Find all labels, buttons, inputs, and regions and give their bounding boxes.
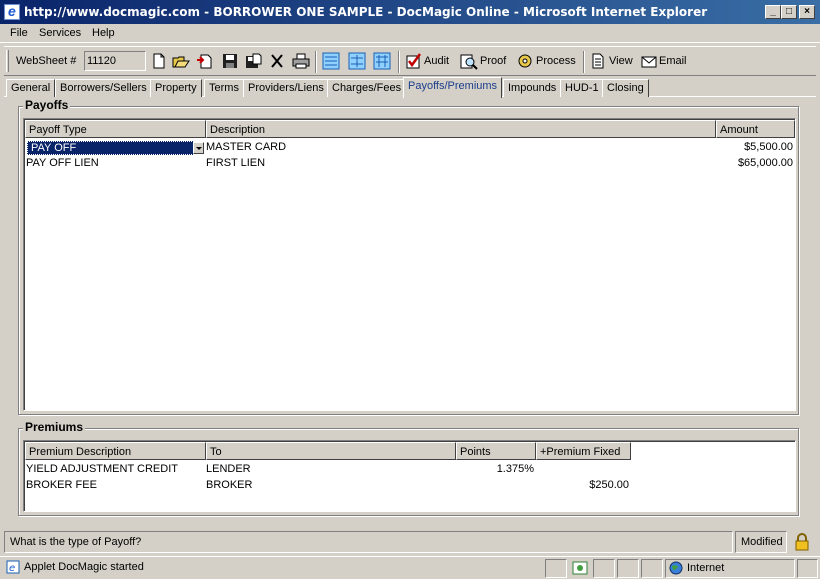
save-as-icon[interactable]: [244, 52, 262, 70]
audit-button[interactable]: Audit: [424, 55, 449, 67]
close-button[interactable]: ×: [799, 5, 815, 19]
process-button[interactable]: Process: [536, 55, 576, 67]
internet-zone-label: Internet: [687, 562, 725, 574]
toolbar-separator: [398, 51, 400, 73]
tab-charges-fees[interactable]: Charges/Fees: [327, 79, 407, 97]
page-status-icon: e: [6, 560, 20, 574]
premium-to-cell[interactable]: BROKER: [206, 478, 252, 493]
tab-property[interactable]: Property: [150, 79, 202, 97]
payoff-amount-cell[interactable]: $65,000.00: [625, 156, 793, 171]
proof-button[interactable]: Proof: [480, 55, 506, 67]
payoff-type-cell[interactable]: PAY OFF LIEN: [26, 156, 99, 171]
svg-text:e: e: [9, 563, 15, 574]
process-gear-icon[interactable]: [516, 52, 534, 70]
delete-icon[interactable]: [268, 52, 286, 70]
premium-fixed-cell[interactable]: $250.00: [536, 478, 629, 493]
payoffs-header-description[interactable]: Description: [206, 120, 716, 138]
modified-indicator: Modified: [735, 531, 787, 553]
maximize-button[interactable]: □: [781, 5, 797, 19]
payoffs-header-type[interactable]: Payoff Type: [25, 120, 206, 138]
premiums-title: Premiums: [23, 420, 86, 434]
premium-points-cell[interactable]: 1.375%: [456, 462, 534, 477]
premiums-header-points[interactable]: Points: [456, 442, 536, 460]
tab-terms[interactable]: Terms: [204, 79, 244, 97]
premiums-header-fixed[interactable]: +Premium Fixed: [536, 442, 631, 460]
browser-status-bar: e Applet DocMagic started Internet: [0, 556, 820, 579]
premium-fixed-cell[interactable]: [536, 462, 629, 477]
websheet-label: WebSheet #: [16, 55, 77, 67]
java-applet-icon: [572, 561, 588, 575]
tab-borrowers-sellers[interactable]: Borrowers/Sellers: [55, 79, 152, 97]
payoff-type-select[interactable]: PAY OFF: [27, 141, 194, 155]
toolbar-separator: [315, 51, 317, 73]
minimize-button[interactable]: _: [765, 5, 781, 19]
tab-general[interactable]: General: [6, 79, 56, 97]
proof-magnifier-icon[interactable]: [460, 52, 478, 70]
lock-icon: [795, 533, 809, 551]
premiums-header-to[interactable]: To: [206, 442, 456, 460]
payoffs-header-amount[interactable]: Amount: [716, 120, 795, 138]
toolbar: WebSheet # Audit P: [4, 46, 816, 76]
menu-bar: File Services Help: [0, 24, 820, 43]
tab-providers-liens[interactable]: Providers/Liens: [243, 79, 329, 97]
status-pane: [617, 559, 639, 578]
zone-pane: Internet: [665, 559, 795, 578]
chevron-down-icon[interactable]: [193, 142, 204, 154]
tab-impounds[interactable]: Impounds: [503, 79, 562, 97]
websheet-number-field[interactable]: [84, 51, 146, 71]
view-document-icon[interactable]: [589, 52, 607, 70]
tab-payoffs-premiums[interactable]: Payoffs/Premiums: [403, 77, 503, 98]
help-status-text: What is the type of Payoff?: [4, 531, 733, 553]
payoff-description-cell[interactable]: MASTER CARD: [206, 140, 286, 155]
payoff-description-cell[interactable]: FIRST LIEN: [206, 156, 265, 171]
window-title: http://www.docmagic.com - BORROWER ONE S…: [24, 5, 708, 19]
email-button[interactable]: Email: [659, 55, 687, 67]
premiums-table: Premium Description To Points +Premium F…: [23, 440, 796, 512]
title-bar: http://www.docmagic.com - BORROWER ONE S…: [0, 0, 820, 24]
ie-icon: [4, 3, 20, 20]
premium-points-cell[interactable]: [456, 478, 534, 493]
premium-to-cell[interactable]: LENDER: [206, 462, 251, 477]
status-pane: [593, 559, 615, 578]
new-icon[interactable]: [150, 52, 168, 70]
menu-file[interactable]: File: [10, 27, 28, 39]
imp-icon[interactable]: [373, 52, 391, 70]
premium-description-cell[interactable]: BROKER FEE: [26, 478, 97, 493]
payoffs-title: Payoffs: [23, 98, 71, 112]
payoffs-table: Payoff Type Description Amount PAY OFF M…: [23, 118, 796, 411]
resize-grip-icon[interactable]: [797, 559, 818, 578]
payoff-amount-cell[interactable]: $5,500.00: [625, 140, 793, 155]
tab-hud-1[interactable]: HUD-1: [560, 79, 604, 97]
calc-icon[interactable]: [348, 52, 366, 70]
import-icon[interactable]: [196, 52, 214, 70]
status-pane: [545, 559, 567, 578]
audit-check-icon[interactable]: [405, 52, 423, 70]
app-form-icon[interactable]: [322, 52, 340, 70]
view-button[interactable]: View: [609, 55, 633, 67]
email-icon[interactable]: [640, 52, 658, 70]
premiums-header-description[interactable]: Premium Description: [25, 442, 206, 460]
browser-status-message: Applet DocMagic started: [24, 561, 144, 573]
print-icon[interactable]: [292, 52, 310, 70]
status-pane: [641, 559, 663, 578]
premium-description-cell[interactable]: YIELD ADJUSTMENT CREDIT: [26, 462, 178, 477]
open-icon[interactable]: [172, 52, 190, 70]
menu-services[interactable]: Services: [39, 27, 81, 39]
toolbar-grip[interactable]: [6, 50, 9, 72]
menu-help[interactable]: Help: [92, 27, 115, 39]
save-icon[interactable]: [221, 52, 239, 70]
globe-icon: [669, 561, 683, 575]
toolbar-separator: [583, 51, 585, 73]
tab-closing[interactable]: Closing: [602, 79, 649, 97]
